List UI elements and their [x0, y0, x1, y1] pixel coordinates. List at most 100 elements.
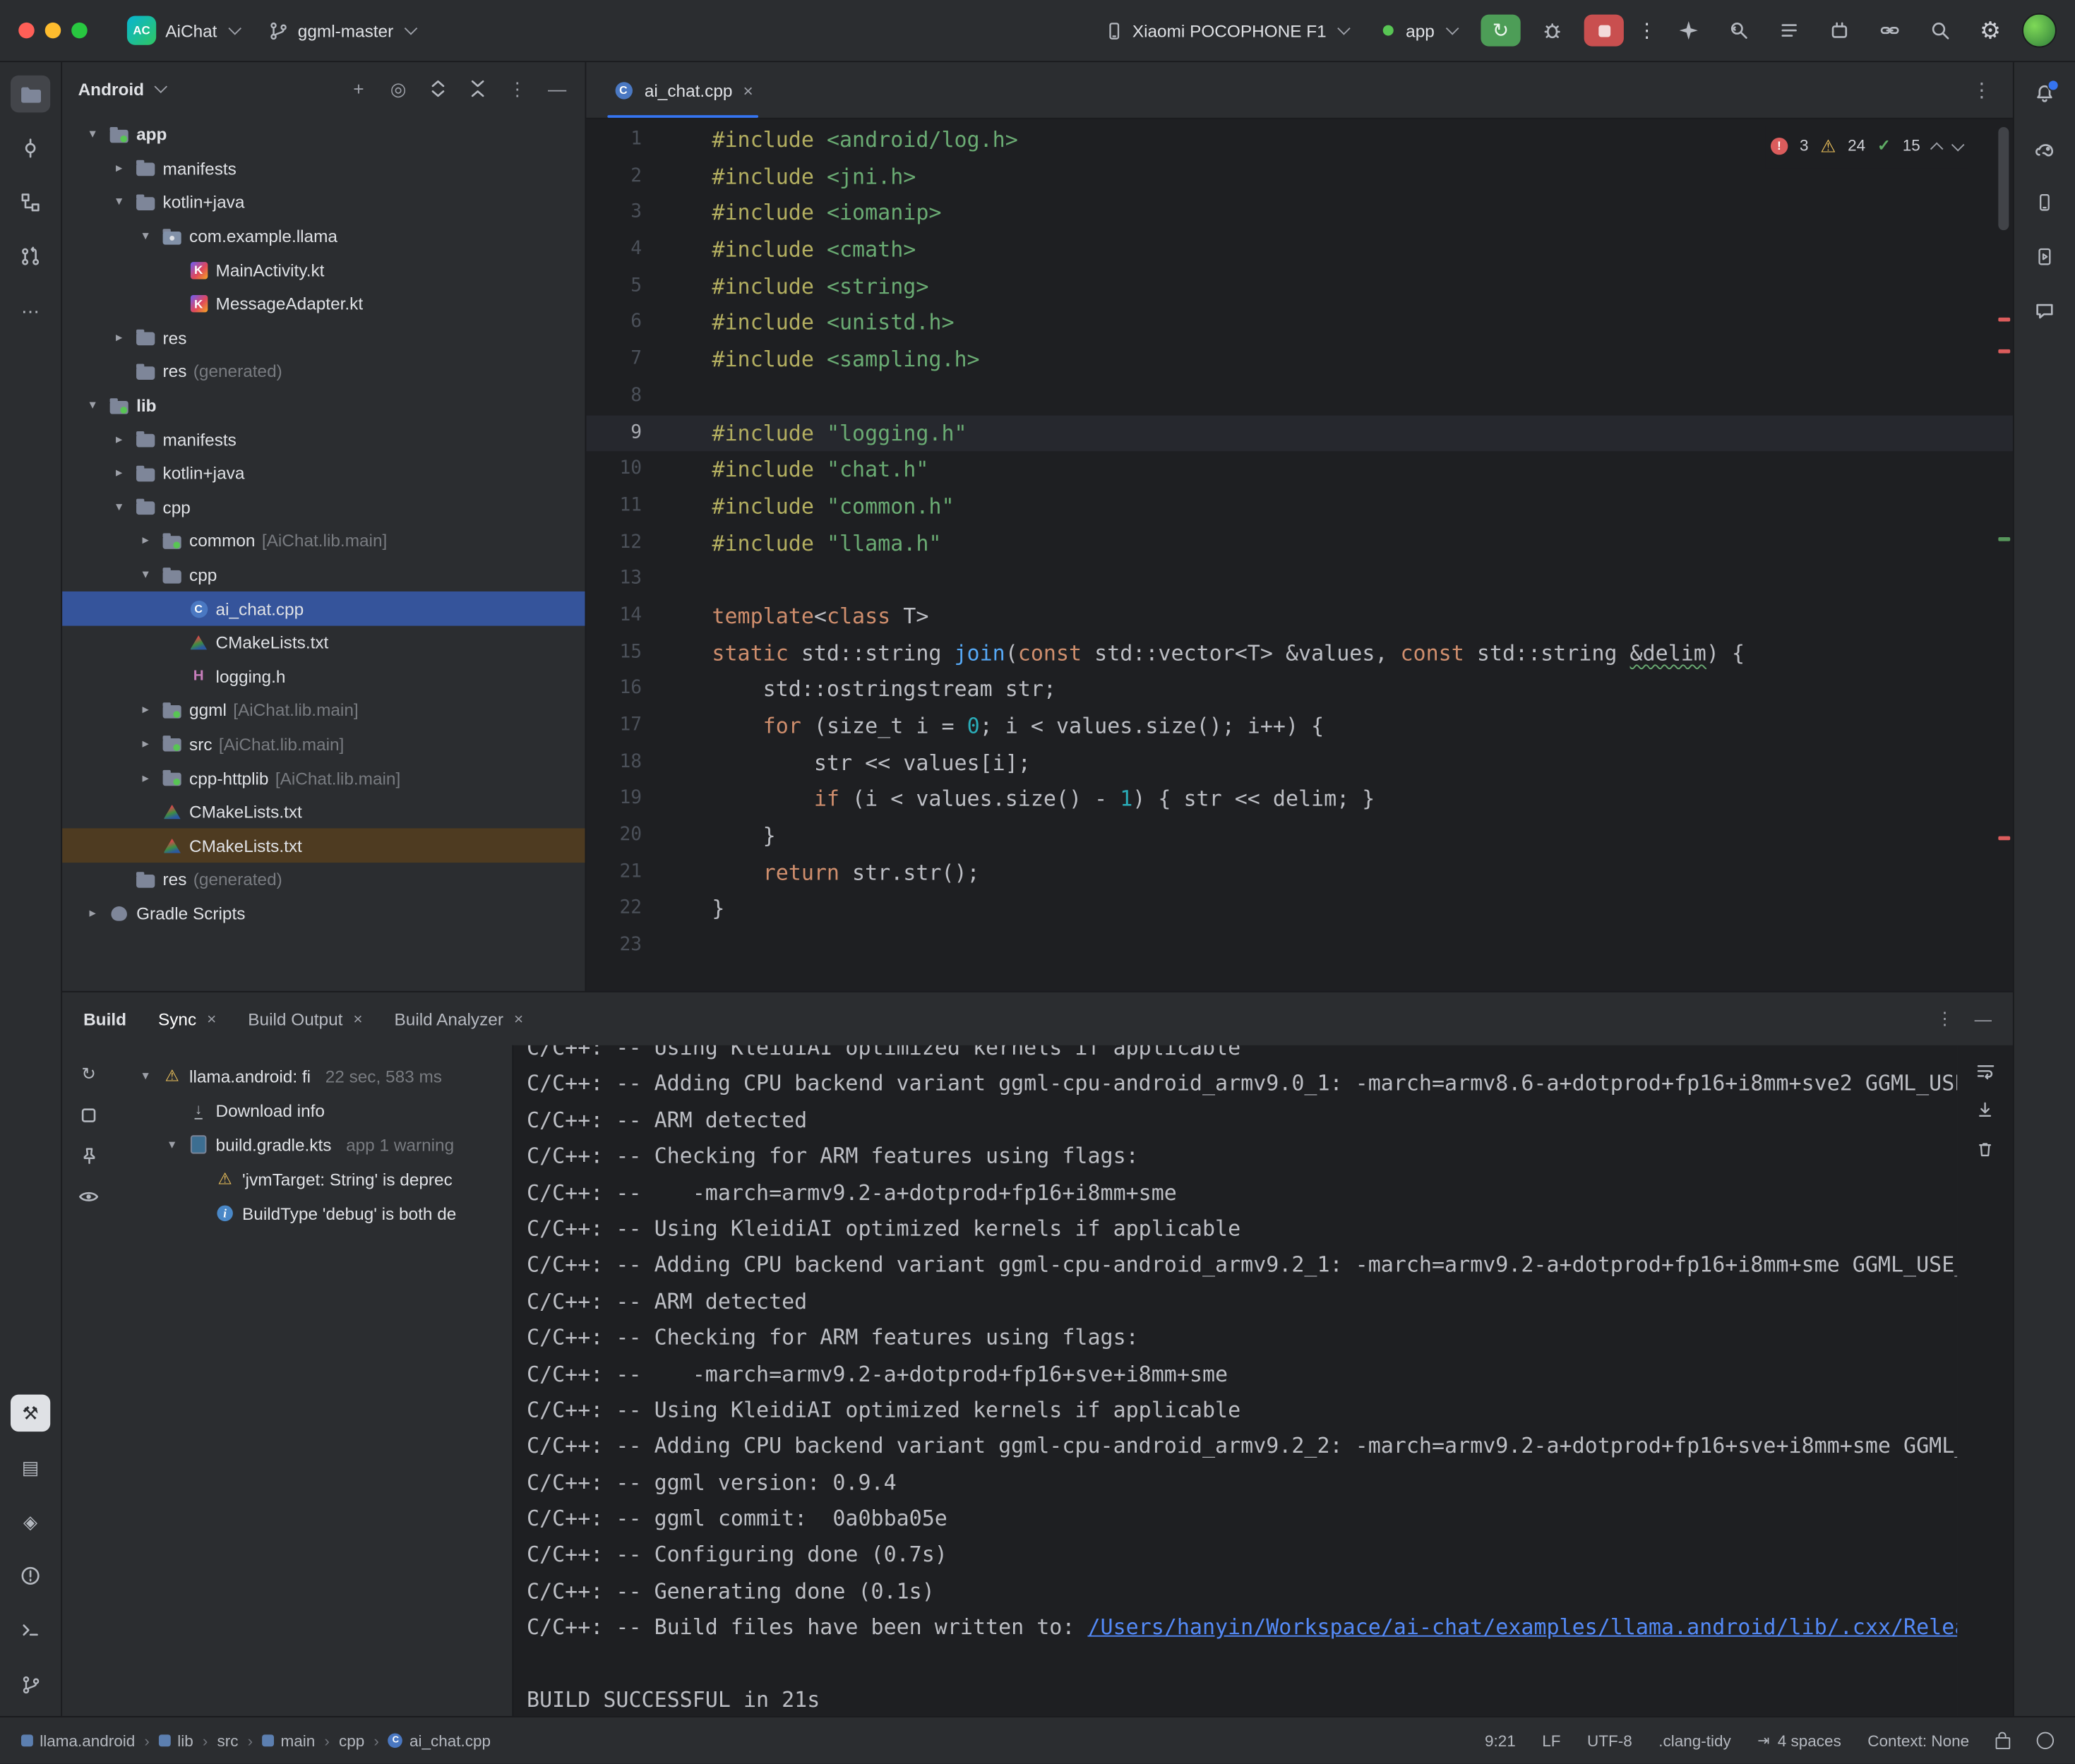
breadcrumb-src[interactable]: src	[217, 1732, 239, 1750]
code-line-15[interactable]: 15static std::string join(const std::vec…	[586, 635, 2013, 671]
line-number[interactable]: 20	[586, 817, 642, 854]
logcat-toolwindow-icon[interactable]: ▤	[11, 1448, 50, 1485]
tree-item-src[interactable]: ▸src[AiChat.lib.main]	[62, 727, 585, 761]
close-window-button[interactable]	[18, 23, 34, 38]
line-number[interactable]: 19	[586, 781, 642, 818]
editor-scrollbar[interactable]	[1998, 127, 2009, 230]
chevron-collapsed-icon[interactable]: ▸	[136, 737, 155, 752]
editor-tab[interactable]: ai_chat.cpp ×	[597, 62, 769, 118]
previous-problem-icon[interactable]	[1930, 142, 1944, 155]
tree-item-mainactivity.kt[interactable]: MainActivity.kt	[62, 253, 585, 287]
code-line-7[interactable]: 7#include <sampling.h>	[586, 342, 2013, 378]
tab-build-analyzer[interactable]: Build Analyzer ×	[395, 1009, 524, 1028]
tree-item-res[interactable]: ▸res	[62, 321, 585, 355]
tree-item-cpp[interactable]: ▾cpp	[62, 558, 585, 592]
commit-toolwindow-icon[interactable]	[11, 130, 50, 167]
tree-item-lib[interactable]: ▾lib	[62, 389, 585, 423]
chevron-expanded-icon[interactable]: ▾	[83, 127, 102, 142]
hide-build-panel-icon[interactable]: —	[1975, 1009, 1992, 1028]
add-icon[interactable]: +	[347, 77, 371, 101]
chevron-collapsed-icon[interactable]: ▸	[136, 703, 155, 718]
error-stripe-mark[interactable]	[1998, 349, 2010, 354]
chevron-collapsed-icon[interactable]: ▸	[110, 466, 128, 481]
vcs-branch-selector[interactable]: ggml-master	[258, 16, 427, 46]
code-line-5[interactable]: 5#include <string>	[586, 268, 2013, 305]
line-number[interactable]: 1	[586, 121, 642, 158]
chevron-expanded-icon[interactable]: ▾	[110, 500, 128, 515]
tree-item-cmakelists.txt[interactable]: CMakeLists.txt	[62, 625, 585, 659]
code-line-16[interactable]: 16 std::ostringstream str;	[586, 671, 2013, 708]
breadcrumb-llama.android[interactable]: llama.android	[21, 1732, 135, 1750]
line-number[interactable]: 11	[586, 488, 642, 524]
file-encoding[interactable]: UTF-8	[1587, 1732, 1632, 1750]
project-selector[interactable]: AC AiChat	[116, 11, 250, 50]
app-inspection-toolwindow-icon[interactable]: ◈	[11, 1503, 50, 1540]
tree-item-cmakelists.txt[interactable]: CMakeLists.txt	[62, 829, 585, 863]
task-list-icon[interactable]	[1771, 13, 1807, 48]
notifications-icon[interactable]	[2025, 76, 2064, 112]
chevron-collapsed-icon[interactable]: ▸	[136, 534, 155, 548]
tree-item-kotlin-java[interactable]: ▸kotlin+java	[62, 457, 585, 491]
caret-position[interactable]: 9:21	[1485, 1732, 1516, 1750]
code-line-4[interactable]: 4#include <cmath>	[586, 232, 2013, 268]
inspection-widget[interactable]: ! 3 ⚠ 24 ✓ 15	[1765, 126, 1968, 167]
tab-sync[interactable]: Sync ×	[158, 1009, 216, 1028]
line-number[interactable]: 10	[586, 452, 642, 488]
tree-item-kotlin-java[interactable]: ▾kotlin+java	[62, 186, 585, 220]
tree-item-ai_chat.cpp[interactable]: ai_chat.cpp	[62, 592, 585, 625]
tree-item-cmakelists.txt[interactable]: CMakeLists.txt	[62, 795, 585, 829]
code-line-12[interactable]: 12#include "llama.h"	[586, 524, 2013, 561]
chevron-expanded-icon[interactable]: ▾	[136, 229, 155, 244]
terminal-toolwindow-icon[interactable]	[11, 1612, 50, 1648]
context-widget[interactable]: Context: None	[1867, 1732, 1969, 1750]
line-number[interactable]: 4	[586, 232, 642, 268]
gradle-toolwindow-icon[interactable]	[2025, 130, 2064, 167]
line-number[interactable]: 9	[586, 415, 642, 452]
device-manager-toolwindow-icon[interactable]	[2025, 184, 2064, 221]
tree-item-gradle-scripts[interactable]: ▸Gradle Scripts	[62, 896, 585, 930]
ai-assistant-icon[interactable]	[1670, 13, 1706, 48]
breadcrumb-cpp[interactable]: cpp	[339, 1732, 364, 1750]
project-view-selector[interactable]: Android	[78, 79, 144, 99]
tree-item-build.gradle.kts[interactable]: ▾build.gradle.ktsapp 1 warning	[115, 1127, 512, 1162]
code-line-19[interactable]: 19 if (i < values.size() - 1) { str << d…	[586, 781, 2013, 818]
chevron-collapsed-icon[interactable]: ▸	[136, 771, 155, 786]
tree-item-logging.h[interactable]: logging.h	[62, 659, 585, 693]
line-number[interactable]: 12	[586, 524, 642, 561]
close-tab-icon[interactable]: ×	[743, 80, 753, 100]
search-icon[interactable]	[1922, 13, 1959, 48]
soft-wrap-icon[interactable]	[1975, 1061, 1995, 1081]
line-number[interactable]: 14	[586, 598, 642, 635]
code-line-6[interactable]: 6#include <unistd.h>	[586, 305, 2013, 342]
tree-item-manifests[interactable]: ▸manifests	[62, 152, 585, 186]
chevron-collapsed-icon[interactable]: ▸	[110, 330, 128, 345]
chevron-collapsed-icon[interactable]: ▸	[110, 161, 128, 176]
line-number[interactable]: 23	[586, 928, 642, 964]
indent-widget[interactable]: ⇥ 4 spaces	[1757, 1732, 1841, 1750]
code-line-21[interactable]: 21 return str.str();	[586, 854, 2013, 891]
tree-item-download-info[interactable]: Download info	[115, 1093, 512, 1127]
tree-item-app[interactable]: ▾app	[62, 118, 585, 152]
tree-item-com.example.llama[interactable]: ▾com.example.llama	[62, 220, 585, 253]
line-number[interactable]: 8	[586, 378, 642, 415]
tree-item-res[interactable]: res(generated)	[62, 355, 585, 389]
user-avatar[interactable]	[2022, 13, 2057, 48]
editor-tab-options-icon[interactable]: ⋮	[1972, 78, 2002, 102]
line-number[interactable]: 6	[586, 305, 642, 342]
code-line-11[interactable]: 11#include "common.h"	[586, 488, 2013, 524]
stop-button[interactable]	[1584, 15, 1624, 47]
breadcrumb-ai_chat.cpp[interactable]: Cai_chat.cpp	[388, 1732, 491, 1750]
running-devices-toolwindow-icon[interactable]	[2025, 238, 2064, 275]
clear-all-icon[interactable]	[1975, 1139, 1994, 1159]
chevron-expanded-icon[interactable]: ▾	[163, 1137, 181, 1152]
line-number[interactable]: 21	[586, 854, 642, 891]
rerun-button[interactable]: ↻	[1481, 15, 1520, 47]
plugins-icon[interactable]	[1821, 13, 1858, 48]
breadcrumb-lib[interactable]: lib	[159, 1732, 193, 1750]
code-line-13[interactable]: 13	[586, 561, 2013, 598]
tree-item-cpp[interactable]: ▾cpp	[62, 491, 585, 524]
settings-icon[interactable]: ⚙	[1972, 13, 2009, 48]
tree-item-cpp-httplib[interactable]: ▸cpp-httplib[AiChat.lib.main]	[62, 761, 585, 795]
chevron-expanded-icon[interactable]: ▾	[136, 1069, 155, 1084]
lock-icon[interactable]	[1996, 1737, 2011, 1749]
